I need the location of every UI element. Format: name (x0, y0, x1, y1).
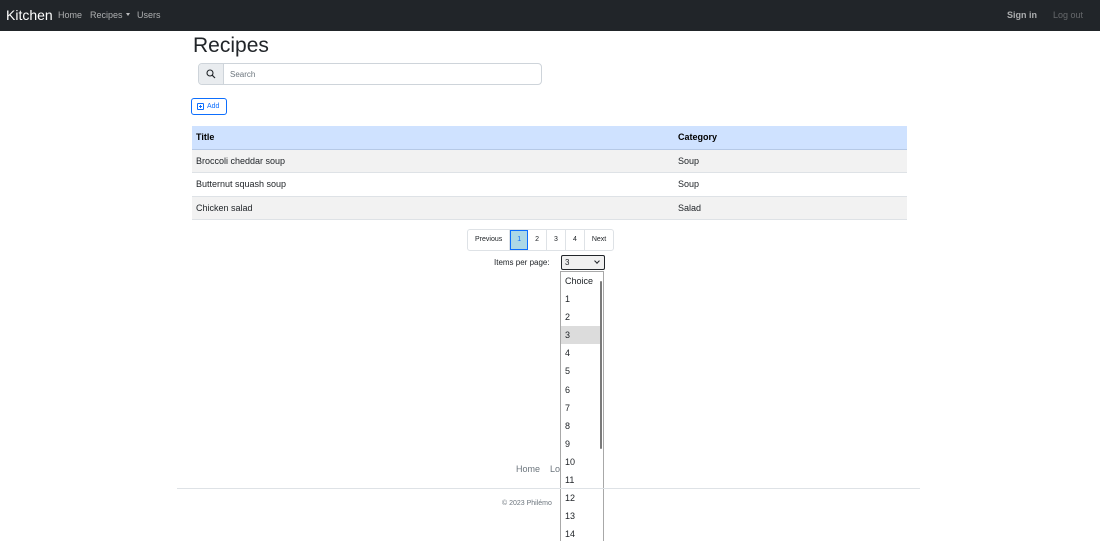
nav-home-link[interactable]: Home (58, 10, 82, 20)
footer-login-link[interactable]: Lo (550, 464, 560, 474)
table-row[interactable]: Butternut squash soup Soup (192, 172, 907, 197)
pagination-page-2[interactable]: 2 (528, 230, 548, 250)
pagination-page-1[interactable]: 1 (510, 230, 529, 250)
option-choice[interactable]: Choice (561, 272, 601, 290)
option-4[interactable]: 4 (561, 344, 601, 362)
column-header-title[interactable]: Title (192, 126, 674, 150)
items-per-page-label: Items per page: (494, 258, 550, 267)
pagination: Previous 1 2 3 4 Next (467, 229, 615, 251)
option-13[interactable]: 13 (561, 507, 601, 525)
nav-recipes-label: Recipes (90, 10, 123, 20)
footer-home-link[interactable]: Home (516, 464, 540, 474)
search-input[interactable] (225, 64, 541, 84)
option-1[interactable]: 1 (561, 290, 601, 308)
add-button-label: Add (207, 103, 220, 110)
option-9[interactable]: 9 (561, 435, 601, 453)
nav-users-link[interactable]: Users (137, 10, 161, 20)
nav-recipes-dropdown[interactable]: Recipes (90, 10, 130, 20)
add-recipe-button[interactable]: Add (191, 98, 227, 115)
option-8[interactable]: 8 (561, 417, 601, 435)
recipes-table: Title Category Broccoli cheddar soup Sou… (192, 126, 907, 220)
pagination-previous[interactable]: Previous (468, 230, 511, 250)
option-14[interactable]: 14 (561, 525, 601, 541)
pagination-page-3[interactable]: 3 (547, 230, 566, 250)
pagination-page-4[interactable]: 4 (566, 230, 585, 250)
copyright-text: © 2023 Philémo (502, 500, 552, 507)
option-10[interactable]: 10 (561, 453, 601, 471)
sign-in-link[interactable]: Sign in (1007, 10, 1037, 20)
recipe-category-cell: Soup (674, 149, 907, 173)
chevron-down-icon (594, 258, 600, 264)
option-3[interactable]: 3 (561, 326, 601, 345)
option-12[interactable]: 12 (561, 489, 601, 507)
log-out-link[interactable]: Log out (1053, 10, 1083, 20)
footer-divider (177, 488, 920, 489)
brand-logo[interactable]: Kitchen (6, 7, 53, 23)
recipe-title-cell[interactable]: Butternut squash soup (192, 172, 674, 197)
recipe-category-cell: Soup (674, 172, 907, 197)
top-navbar: Kitchen Home Recipes Users Sign in Log o… (0, 0, 1100, 31)
pagination-next[interactable]: Next (585, 230, 613, 250)
recipe-title-cell[interactable]: Broccoli cheddar soup (192, 149, 674, 173)
items-per-page-options: Choice 1 2 3 4 5 6 7 8 9 10 11 12 13 14 (560, 271, 604, 541)
page-title: Recipes (193, 34, 269, 57)
dropdown-scrollbar[interactable] (600, 281, 602, 449)
search-icon (206, 69, 216, 79)
recipe-category-cell: Salad (674, 196, 907, 220)
table-header-row: Title Category (192, 126, 907, 150)
option-7[interactable]: 7 (561, 399, 601, 417)
table-row[interactable]: Chicken salad Salad (192, 196, 907, 220)
option-5[interactable]: 5 (561, 362, 601, 380)
column-header-category[interactable]: Category (674, 126, 907, 150)
caret-down-icon (125, 13, 130, 16)
option-11[interactable]: 11 (561, 471, 601, 489)
option-6[interactable]: 6 (561, 381, 601, 399)
recipe-title-cell[interactable]: Chicken salad (192, 196, 674, 220)
search-button[interactable] (199, 64, 224, 84)
table-row[interactable]: Broccoli cheddar soup Soup (192, 149, 907, 173)
option-2[interactable]: 2 (561, 308, 601, 326)
items-per-page-select[interactable]: 3 (561, 255, 605, 270)
search-group (198, 63, 542, 85)
plus-square-icon (197, 103, 204, 110)
items-per-page-value: 3 (565, 258, 570, 267)
